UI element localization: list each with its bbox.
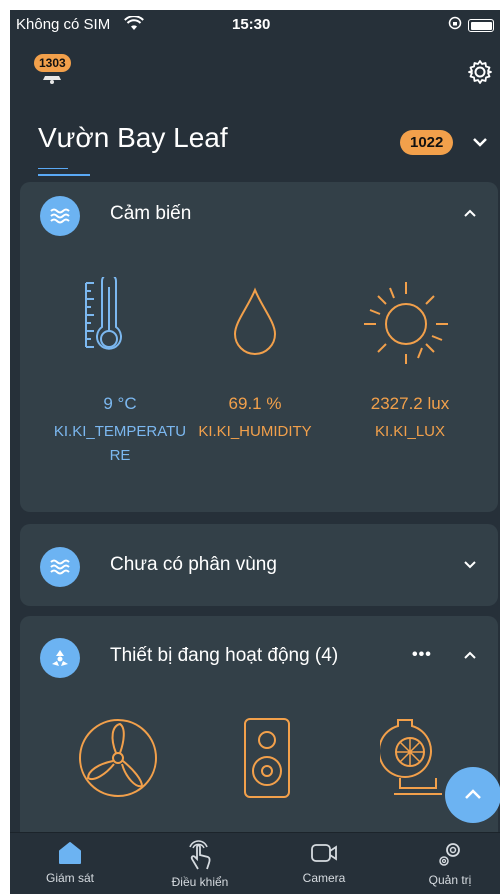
- water-drop-icon: [230, 287, 280, 362]
- chevron-up-icon: [465, 789, 481, 799]
- nav-control[interactable]: Điều khiển: [150, 839, 250, 894]
- notification-badge: 1303: [34, 54, 71, 72]
- pump-icon[interactable]: [378, 714, 450, 805]
- orientation-lock-icon: [448, 16, 462, 34]
- sensors-card: Cảm biến 9 °C KI.KI_TEMPERATURE 69.1 % K…: [20, 182, 498, 512]
- waves-icon: [40, 196, 80, 236]
- sensor-name: KI.KI_HUMIDITY: [198, 423, 312, 440]
- sensor-humidity[interactable]: 69.1 % KI.KI_HUMIDITY: [185, 394, 325, 444]
- status-bar: Không có SIM 15:30: [10, 10, 500, 40]
- sensor-value: 69.1 %: [228, 394, 282, 413]
- sun-icon: [362, 280, 452, 369]
- clock: 15:30: [232, 16, 271, 33]
- sensor-name: KI.KI_LUX: [374, 423, 446, 440]
- nav-camera[interactable]: Camera: [274, 839, 374, 894]
- radiation-icon: [40, 638, 80, 678]
- zones-card: Chưa có phân vùng: [20, 524, 498, 606]
- sensors-card-header[interactable]: Cảm biến: [20, 182, 498, 246]
- sensor-lux[interactable]: 2327.2 lux KI.KI_LUX: [340, 394, 480, 444]
- nav-admin[interactable]: Quản trị: [400, 839, 500, 894]
- speaker-icon[interactable]: [242, 716, 292, 805]
- scroll-to-top-button[interactable]: [445, 767, 500, 823]
- nav-label: Giám sát: [45, 871, 94, 885]
- notification-button[interactable]: 1303: [32, 50, 72, 86]
- nav-label: Camera: [302, 871, 346, 885]
- wifi-icon: [124, 15, 144, 36]
- sensor-value: 9 °C: [103, 394, 137, 413]
- nav-monitor[interactable]: Giám sát: [20, 839, 120, 894]
- sensors-title: Cảm biến: [110, 203, 192, 224]
- devices-title: Thiết bị đang hoạt động (4): [110, 645, 339, 666]
- garden-selector-button[interactable]: [470, 128, 490, 156]
- devices-card: Thiết bị đang hoạt động (4) •••: [20, 616, 498, 856]
- carrier-label: Không có SIM: [16, 16, 111, 33]
- garden-name: Vườn Bay Leaf: [38, 122, 228, 153]
- sensor-value: 2327.2 lux: [370, 394, 450, 413]
- settings-button[interactable]: [466, 58, 494, 86]
- thermometer-icon: [78, 273, 138, 362]
- chevron-up-icon[interactable]: [460, 644, 480, 666]
- sensor-temperature[interactable]: 9 °C KI.KI_TEMPERATURE: [50, 394, 190, 468]
- bottom-navigation: Giám sát Điều khiển Camera Quản trị: [10, 832, 500, 894]
- nav-label: Quản trị: [428, 873, 472, 887]
- chevron-up-icon[interactable]: [460, 202, 480, 224]
- sensor-name: KI.KI_TEMPERATURE: [53, 423, 187, 464]
- devices-card-header[interactable]: Thiết bị đang hoạt động (4) •••: [20, 624, 498, 688]
- chevron-down-icon: [473, 138, 487, 147]
- touch-icon: [189, 840, 211, 870]
- app-screen: Không có SIM 15:30 1303 Vườn Bay Leaf 10…: [10, 10, 500, 894]
- chevron-down-icon[interactable]: [460, 553, 480, 575]
- more-options-button[interactable]: •••: [412, 646, 432, 664]
- camera-icon: [311, 844, 337, 862]
- home-icon: [59, 842, 81, 864]
- gear-icon: [468, 60, 492, 84]
- zones-title: Chưa có phân vùng: [110, 554, 277, 575]
- nav-label: Điều khiển: [171, 875, 229, 889]
- waves-icon: [40, 547, 80, 587]
- garden-badge: 1022: [400, 130, 454, 155]
- gears-icon: [439, 843, 460, 866]
- tab-indicator: [38, 174, 90, 176]
- fan-icon[interactable]: [76, 716, 160, 805]
- tab-indicator-accent: [38, 168, 68, 169]
- battery-icon: [468, 19, 494, 32]
- zones-card-header[interactable]: Chưa có phân vùng: [20, 533, 498, 597]
